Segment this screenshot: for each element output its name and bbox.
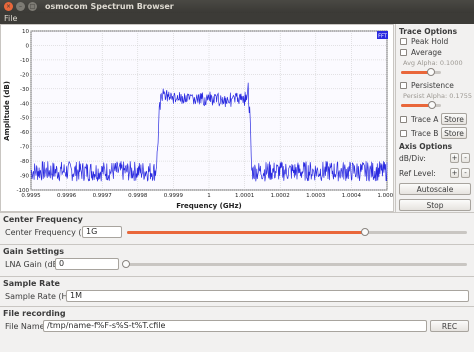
ref-level-plus-button[interactable]: + — [450, 168, 459, 178]
y-axis-label: Amplitude (dB) — [3, 81, 11, 141]
store-a-button[interactable]: Store — [441, 113, 467, 125]
persistence-label: Persistence — [411, 81, 454, 90]
x-tick-label: 0.9997 — [93, 193, 113, 199]
y-tick-label: -50 — [20, 116, 29, 122]
trace-b-checkbox[interactable] — [400, 130, 407, 137]
x-tick-label: 0.9999 — [164, 193, 184, 199]
db-div-label: dB/Div: — [399, 154, 426, 163]
file-recording-heading: File recording — [3, 309, 66, 318]
trace-a-label: Trace A — [411, 115, 439, 124]
x-tick-label: 0.9996 — [57, 193, 77, 199]
db-div-minus-button[interactable]: - — [461, 153, 470, 163]
y-tick-label: -80 — [20, 159, 29, 165]
sample-rate-input[interactable]: 1M — [66, 290, 469, 302]
center-frequency-slider[interactable] — [127, 228, 467, 236]
gain-settings-heading: Gain Settings — [3, 247, 64, 256]
x-tick-label: 0.9995 — [21, 193, 41, 199]
spectrum-plot[interactable]: 100-10-20-30-40-50-60-70-80-90-100 0.999… — [1, 25, 393, 211]
fft-badge-label: FFT — [378, 33, 388, 39]
avg-alpha-label: Avg Alpha: 0.1000 — [403, 59, 463, 67]
spectrum-plot-panel[interactable]: 10 0 -10 -20 -30 -40 -50 -60 -70 -80 -90 -100 0.999… — [0, 24, 394, 212]
plot-frame — [30, 30, 388, 191]
x-tick-label: 1.0004 — [342, 193, 362, 199]
average-label: Average — [411, 48, 442, 57]
y-tick-label: 10 — [22, 29, 29, 35]
db-div-plus-button[interactable]: + — [450, 153, 459, 163]
minimize-icon[interactable]: – — [16, 2, 25, 11]
divider — [0, 212, 474, 213]
maximize-icon[interactable]: □ — [28, 2, 37, 11]
persist-alpha-knob[interactable] — [428, 101, 437, 109]
persist-alpha-slider[interactable] — [401, 101, 441, 109]
sample-rate-heading: Sample Rate — [3, 279, 60, 288]
y-tick-label: 0 — [26, 43, 30, 49]
autoscale-button[interactable]: Autoscale — [399, 183, 471, 195]
y-tick-label: -10 — [20, 58, 29, 64]
x-axis-label: Frequency (GHz) — [176, 202, 242, 210]
ref-level-minus-button[interactable]: - — [461, 168, 470, 178]
center-frequency-input[interactable]: 1G — [82, 226, 122, 238]
store-b-button[interactable]: Store — [441, 127, 467, 139]
y-tick-label: -20 — [20, 72, 29, 78]
avg-alpha-slider[interactable] — [401, 68, 441, 76]
window-title: osmocom Spectrum Browser — [45, 2, 174, 11]
y-tick-label: -30 — [20, 87, 29, 93]
close-icon[interactable]: × — [4, 2, 13, 11]
average-checkbox[interactable] — [400, 49, 407, 56]
divider — [0, 306, 474, 307]
divider — [0, 276, 474, 277]
peak-hold-checkbox[interactable] — [400, 38, 407, 45]
x-tick-label: 0.9998 — [128, 193, 148, 199]
center-frequency-heading: Center Frequency — [3, 215, 83, 224]
rec-button[interactable]: REC — [430, 320, 469, 332]
stop-button[interactable]: Stop — [399, 199, 471, 211]
ref-level-label: Ref Level: — [399, 169, 436, 178]
lna-gain-input[interactable]: 0 — [55, 258, 119, 270]
options-panel: Trace Options Peak Hold Average Avg Alph… — [395, 24, 474, 212]
x-tick-label: 1 — [207, 193, 211, 199]
lna-gain-slider[interactable] — [122, 260, 467, 268]
persist-alpha-label: Persist Alpha: 0.1755 — [403, 92, 473, 100]
axis-options-heading: Axis Options — [399, 142, 453, 151]
file-name-input[interactable]: /tmp/name-f%F-s%S-t%T.cfile — [43, 320, 427, 332]
file-name-label: File Name: — [5, 322, 48, 331]
trace-b-label: Trace B — [411, 129, 439, 138]
persistence-checkbox[interactable] — [400, 82, 407, 89]
divider — [0, 244, 474, 245]
menu-file[interactable]: File — [4, 14, 17, 23]
peak-hold-label: Peak Hold — [411, 37, 449, 46]
center-frequency-fill — [127, 231, 365, 234]
x-tick-label: 1.0002 — [271, 193, 290, 199]
y-tick-label: -60 — [20, 130, 29, 136]
trace-options-heading: Trace Options — [399, 27, 458, 36]
menu-bar: File — [0, 13, 474, 24]
x-tick-label: 1.0001 — [235, 193, 254, 199]
avg-alpha-knob[interactable] — [427, 68, 435, 76]
y-tick-label: -90 — [20, 174, 29, 180]
lna-gain-knob[interactable] — [122, 260, 130, 268]
y-tick-label: -40 — [20, 101, 29, 107]
trace-a-checkbox[interactable] — [400, 116, 407, 123]
x-tick-label: 1.0005 — [377, 193, 393, 199]
title-bar: × – □ osmocom Spectrum Browser — [0, 0, 474, 13]
x-tick-label: 1.0003 — [306, 193, 326, 199]
y-tick-label: -70 — [20, 145, 29, 151]
center-frequency-knob[interactable] — [361, 228, 369, 236]
